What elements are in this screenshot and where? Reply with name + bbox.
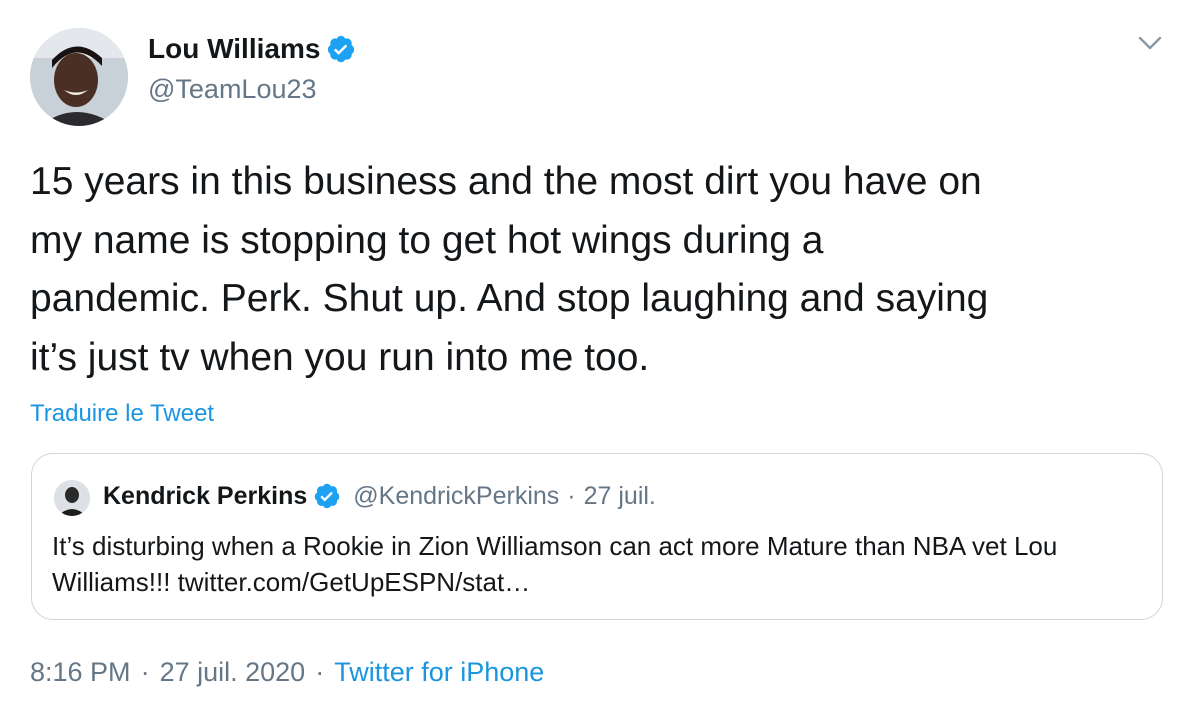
quoted-tweet-text: It’s disturbing when a Rookie in Zion Wi… <box>52 531 1058 597</box>
quoted-author-handle: @KendrickPerkins <box>353 482 560 510</box>
separator-dot: · <box>140 657 150 687</box>
separator-dot: · <box>315 657 325 687</box>
quoted-author-avatar <box>54 480 90 516</box>
author-name[interactable]: Lou Williams <box>148 31 356 67</box>
tweet-footer: 8:16 PM · 27 juil. 2020 · Twitter for iP… <box>30 654 544 690</box>
quoted-tweet-header: Kendrick Perkins @KendrickPerkins · 27 j… <box>103 478 656 514</box>
tweet-text: 15 years in this business and the most d… <box>30 160 989 379</box>
tweet-source-link[interactable]: Twitter for iPhone <box>334 654 544 690</box>
verified-badge-icon <box>313 482 341 510</box>
tweet-time[interactable]: 8:16 PM <box>30 654 131 690</box>
quoted-tweet[interactable]: Kendrick Perkins @KendrickPerkins · 27 j… <box>31 453 1163 620</box>
quoted-author-name: Kendrick Perkins <box>103 482 308 510</box>
tweet-date[interactable]: 27 juil. 2020 <box>160 654 306 690</box>
separator-dot: · <box>567 482 576 510</box>
author-avatar[interactable] <box>30 28 128 126</box>
author-handle[interactable]: @TeamLou23 <box>148 71 317 107</box>
author-name-text[interactable]: Lou Williams <box>148 31 320 67</box>
translate-tweet-link[interactable]: Traduire le Tweet <box>30 398 214 430</box>
quoted-tweet-date: 27 juil. <box>583 482 656 510</box>
chevron-down-icon[interactable] <box>1137 32 1163 54</box>
verified-badge-icon <box>326 34 356 64</box>
tweet-card: Lou Williams @TeamLou23 15 years in this… <box>0 0 1192 718</box>
